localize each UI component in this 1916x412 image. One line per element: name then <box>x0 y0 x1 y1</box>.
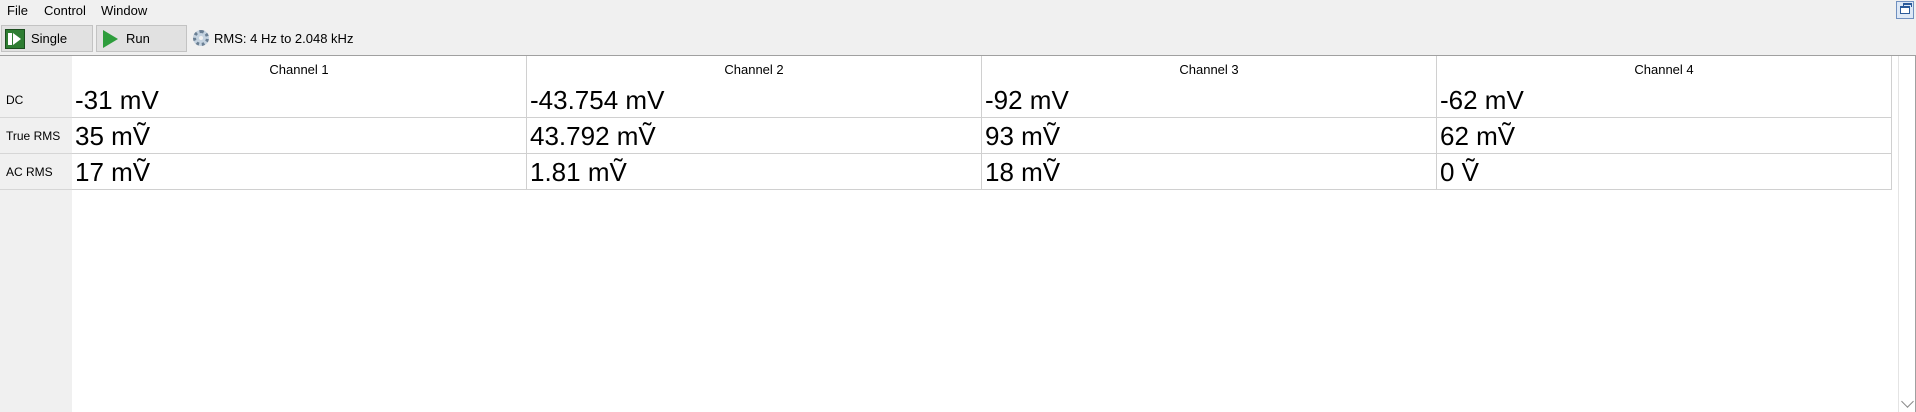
run-button-label: Run <box>126 31 150 46</box>
cell-true-rms-channel-2[interactable]: 43.792 mṼ <box>527 118 982 154</box>
cell-ac-rms-channel-2[interactable]: 1.81 mṼ <box>527 154 982 190</box>
row-header-ac-rms[interactable]: AC RMS <box>0 154 72 190</box>
restore-window-icon[interactable] <box>1896 1 1914 19</box>
rms-range-label: RMS: 4 Hz to 2.048 kHz <box>214 31 354 46</box>
run-button[interactable]: Run <box>96 25 187 52</box>
cell-dc-channel-2[interactable]: -43.754 mV <box>527 82 982 118</box>
toolbar: Single Run RMS: 4 Hz to 2.048 kHz <box>0 22 1916 55</box>
column-header-channel-4[interactable]: Channel 4 <box>1437 56 1892 82</box>
single-button[interactable]: Single <box>1 25 93 52</box>
cell-dc-channel-4[interactable]: -62 mV <box>1437 82 1892 118</box>
cell-true-rms-channel-3[interactable]: 93 mṼ <box>982 118 1437 154</box>
gear-icon[interactable] <box>193 30 209 46</box>
measurement-table: Channel 1 Channel 2 Channel 3 Channel 4 … <box>0 55 1916 412</box>
column-header-channel-3[interactable]: Channel 3 <box>982 56 1437 82</box>
cell-true-rms-channel-4[interactable]: 62 mṼ <box>1437 118 1892 154</box>
play-icon <box>100 29 120 49</box>
row-header-dc[interactable]: DC <box>0 82 72 118</box>
menu-window[interactable]: Window <box>101 3 147 18</box>
menu-control[interactable]: Control <box>44 3 86 18</box>
single-button-label: Single <box>31 31 68 46</box>
menu-bar: File Control Window <box>0 0 1916 22</box>
column-header-channel-2[interactable]: Channel 2 <box>527 56 982 82</box>
cell-ac-rms-channel-3[interactable]: 18 mṼ <box>982 154 1437 190</box>
cell-ac-rms-channel-4[interactable]: 0 Ṽ <box>1437 154 1892 190</box>
cell-ac-rms-channel-1[interactable]: 17 mṼ <box>72 154 527 190</box>
cell-dc-channel-1[interactable]: -31 mV <box>72 82 527 118</box>
single-acquisition-icon <box>5 28 25 49</box>
row-header-true-rms[interactable]: True RMS <box>0 118 72 154</box>
column-header-channel-1[interactable]: Channel 1 <box>72 56 527 82</box>
chevron-down-icon[interactable] <box>1901 395 1914 408</box>
cell-true-rms-channel-1[interactable]: 35 mṼ <box>72 118 527 154</box>
cell-dc-channel-3[interactable]: -92 mV <box>982 82 1437 118</box>
vertical-scrollbar[interactable] <box>1898 56 1916 412</box>
menu-file[interactable]: File <box>7 3 28 18</box>
